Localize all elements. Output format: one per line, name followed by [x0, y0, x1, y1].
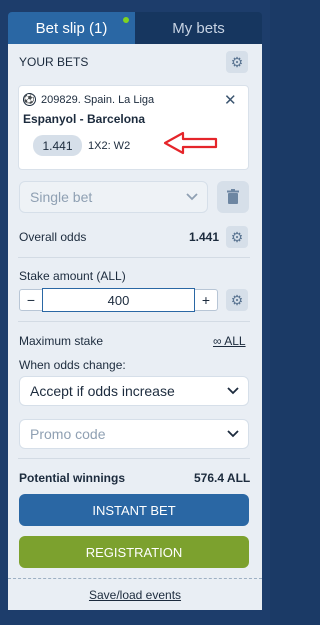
bet-slip-window: Bet slip (1) My bets YOUR BETS ⚙ ⚽ 20982… [0, 0, 270, 625]
overall-odds-label: Overall odds [19, 230, 87, 244]
registration-button[interactable]: REGISTRATION [19, 536, 249, 568]
potential-winnings-value: 576.4 ALL [194, 471, 251, 485]
event-league: 209829. Spain. La Liga [41, 94, 155, 106]
gear-icon[interactable]: ⚙ [226, 289, 248, 311]
tab-bet-slip[interactable]: Bet slip (1) [8, 12, 135, 44]
chevron-down-icon [227, 387, 239, 395]
red-arrow-icon [163, 131, 218, 155]
max-stake-link[interactable]: ∞ ALL [213, 334, 246, 348]
promo-code-placeholder: Promo code [30, 426, 106, 442]
promo-code-input[interactable]: Promo code [19, 419, 249, 449]
overall-odds-value: 1.441 [189, 230, 220, 244]
trash-button[interactable] [217, 181, 249, 213]
tab-bet-slip-label: Bet slip (1) [35, 19, 108, 37]
gear-icon[interactable]: ⚙ [226, 226, 248, 248]
tab-my-bets[interactable]: My bets [135, 12, 262, 44]
divider [18, 321, 250, 322]
stake-stepper: − 400 + [19, 288, 218, 312]
chevron-down-icon [227, 430, 239, 438]
divider [18, 257, 250, 258]
bet-odds-badge: 1.441 [33, 135, 82, 156]
your-bets-title: YOUR BETS [19, 55, 89, 69]
close-icon[interactable]: ✕ [224, 91, 237, 109]
stake-minus-button[interactable]: − [20, 290, 42, 310]
event-teams: Espanyol - Barcelona [23, 112, 146, 126]
chevron-down-icon [186, 193, 198, 201]
bet-type-select[interactable]: Single bet [19, 181, 208, 213]
trash-icon [227, 189, 239, 204]
instant-bet-button[interactable]: INSTANT BET [19, 494, 249, 526]
potential-winnings-label: Potential winnings [19, 471, 126, 485]
notification-dot [123, 17, 129, 23]
soccer-ball-icon: ⚽ [23, 93, 36, 106]
odds-change-label: When odds change: [19, 358, 126, 372]
gear-icon[interactable]: ⚙ [226, 51, 248, 73]
save-load-events-link[interactable]: Save/load events [8, 588, 262, 602]
tab-my-bets-label: My bets [172, 19, 225, 37]
stake-plus-button[interactable]: + [195, 290, 217, 310]
odds-change-select[interactable]: Accept if odds increase [19, 376, 249, 406]
stake-input[interactable]: 400 [42, 288, 195, 312]
odds-change-value: Accept if odds increase [30, 383, 175, 399]
bet-type-value: Single bet [30, 189, 93, 205]
bet-outcome: 1X2: W2 [88, 140, 131, 152]
divider [18, 458, 250, 459]
bet-slip-panel: YOUR BETS ⚙ ⚽ 209829. Spain. La Liga ✕ E… [8, 44, 262, 610]
dashed-divider [8, 578, 262, 579]
tab-bar: Bet slip (1) My bets [8, 12, 262, 44]
stake-label: Stake amount (ALL) [19, 269, 126, 283]
max-stake-label: Maximum stake [19, 334, 104, 348]
